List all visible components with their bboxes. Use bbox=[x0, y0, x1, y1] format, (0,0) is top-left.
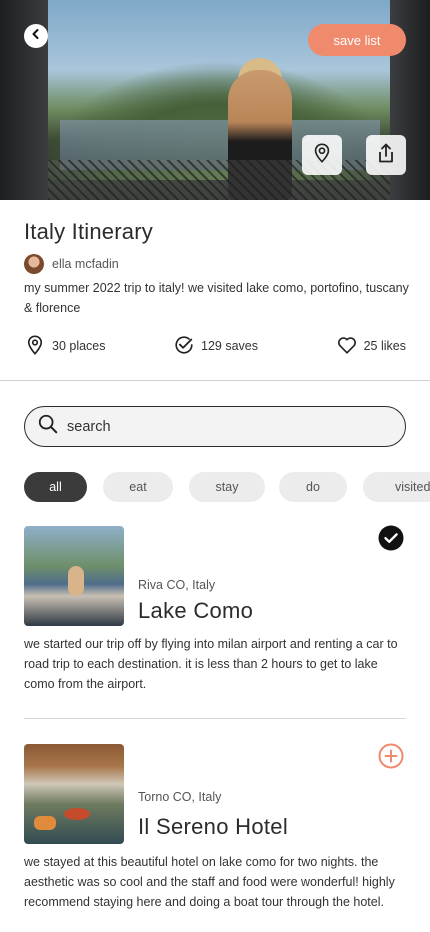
saves-count: 129 saves bbox=[201, 339, 258, 353]
search-icon bbox=[37, 413, 59, 440]
filter-chip-visited[interactable]: visited bbox=[363, 472, 430, 502]
places-count: 30 places bbox=[52, 339, 106, 353]
place-name[interactable]: Lake Como bbox=[138, 598, 253, 624]
photo-person bbox=[68, 566, 84, 596]
share-icon bbox=[376, 142, 396, 169]
likes-stat[interactable]: 25 likes bbox=[336, 334, 406, 358]
search-input[interactable] bbox=[67, 418, 367, 435]
filter-chip-do[interactable]: do bbox=[279, 472, 347, 502]
place-description: we started our trip off by flying into m… bbox=[24, 637, 398, 691]
filter-chip-all[interactable]: all bbox=[24, 472, 87, 502]
itinerary-description: my summer 2022 trip to italy! we visited… bbox=[24, 281, 409, 315]
place-name[interactable]: Il Sereno Hotel bbox=[138, 814, 288, 840]
place-photo-lake-como[interactable] bbox=[24, 526, 124, 626]
add-place-button[interactable] bbox=[378, 743, 404, 774]
place-photo-il-sereno-hotel[interactable] bbox=[24, 744, 124, 844]
avatar bbox=[24, 254, 44, 274]
chevron-left-icon bbox=[30, 27, 42, 45]
author[interactable]: ella mcfadin bbox=[24, 254, 119, 274]
place-description: we stayed at this beautiful hotel on lak… bbox=[24, 855, 395, 909]
save-list-button[interactable]: save list bbox=[308, 24, 406, 56]
likes-count: 25 likes bbox=[363, 339, 406, 353]
photo-table bbox=[64, 808, 90, 820]
divider bbox=[0, 380, 430, 381]
location-pin-icon bbox=[24, 334, 46, 359]
heart-icon bbox=[336, 334, 358, 359]
plus-circle-icon bbox=[378, 743, 404, 774]
map-button[interactable] bbox=[302, 135, 342, 175]
saves-stat: 129 saves bbox=[173, 334, 258, 358]
map-pin-icon bbox=[311, 142, 333, 169]
back-button[interactable] bbox=[24, 24, 48, 48]
divider bbox=[24, 718, 406, 719]
stats-row: 30 places 129 saves 25 likes bbox=[24, 334, 406, 358]
check-circle-icon bbox=[173, 334, 195, 359]
filter-chip-eat[interactable]: eat bbox=[103, 472, 173, 502]
check-circle-filled-icon bbox=[378, 525, 404, 556]
author-name: ella mcfadin bbox=[52, 257, 119, 271]
filter-chip-stay[interactable]: stay bbox=[189, 472, 265, 502]
photo-chair bbox=[34, 816, 56, 830]
place-location: Torno CO, Italy bbox=[138, 790, 222, 804]
place-location: Riva CO, Italy bbox=[138, 578, 216, 592]
share-button[interactable] bbox=[366, 135, 406, 175]
search-bar[interactable] bbox=[24, 406, 406, 447]
visited-toggle-button[interactable] bbox=[378, 525, 404, 556]
places-stat: 30 places bbox=[24, 334, 106, 358]
page-title: Italy Itinerary bbox=[24, 219, 153, 244]
